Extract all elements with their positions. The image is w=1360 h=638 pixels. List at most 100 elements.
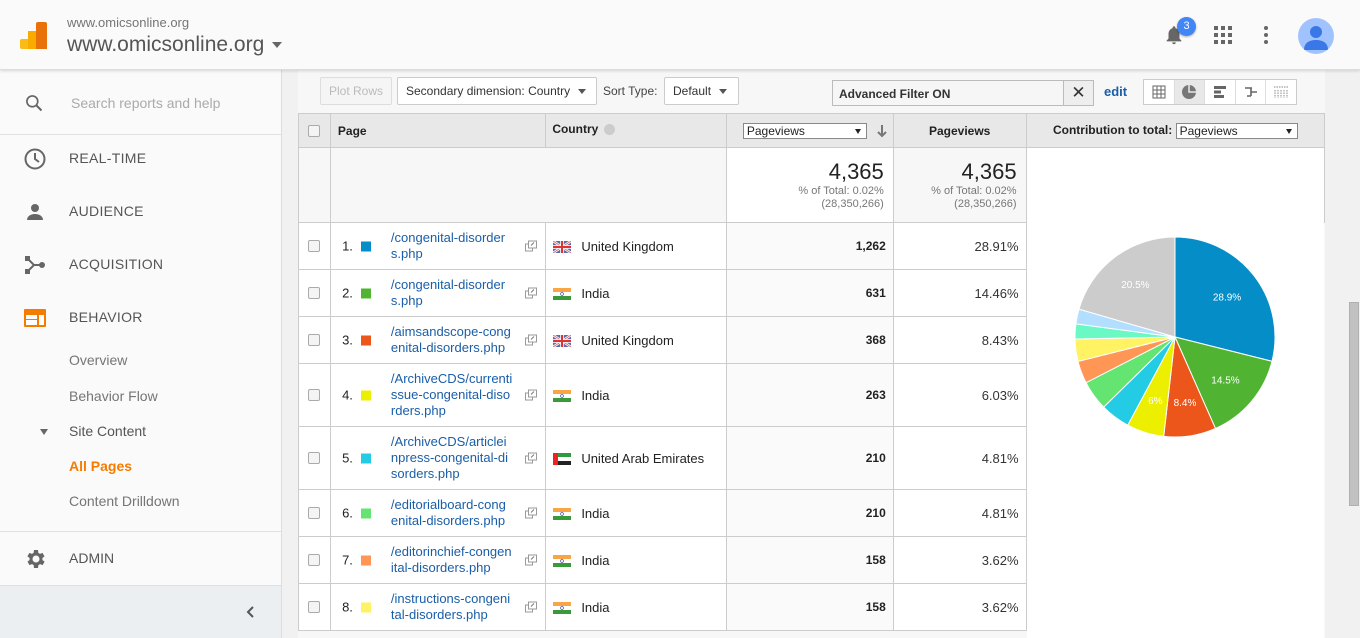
flag-icon xyxy=(553,555,572,568)
page-link[interactable]: /ArchiveCDS/articlei npress-congenital-di… xyxy=(391,434,521,482)
open-in-new-icon[interactable] xyxy=(525,334,538,346)
row-rank: 2. xyxy=(342,285,353,301)
row-checkbox[interactable] xyxy=(308,554,321,566)
country-link[interactable]: United Kingdom xyxy=(581,239,674,254)
comparison-icon xyxy=(1244,87,1257,97)
country-link[interactable]: India xyxy=(581,506,609,521)
row-checkbox[interactable] xyxy=(308,240,321,252)
page-link[interactable]: /instructions-congeni tal-disorders.php xyxy=(391,591,521,623)
row-rank: 3. xyxy=(342,332,353,348)
pageviews-value: 1,262 xyxy=(725,222,894,270)
pageviews-percent: 4.81% xyxy=(892,489,1027,537)
row-checkbox[interactable] xyxy=(308,601,321,613)
pageviews-percent: 3.62% xyxy=(892,536,1027,584)
flag-icon xyxy=(553,288,572,301)
chevron-down-icon xyxy=(272,42,283,49)
sort-descending-icon[interactable] xyxy=(876,124,888,138)
open-in-new-icon[interactable] xyxy=(525,452,538,464)
metric-select[interactable]: Pageviews xyxy=(742,122,867,139)
country-cell: United Kingdom xyxy=(545,316,727,364)
color-swatch xyxy=(360,241,371,251)
open-in-new-icon[interactable] xyxy=(525,507,538,519)
page-link[interactable]: /aimsandscope-cong enital-disorders.php xyxy=(391,324,521,356)
pie-chart-icon xyxy=(1182,85,1197,99)
secondary-dimension-select[interactable]: Secondary dimension: Country xyxy=(397,77,597,105)
search-input[interactable]: Search reports and help xyxy=(71,95,220,111)
color-swatch xyxy=(360,555,371,565)
country-cell: India xyxy=(545,489,727,537)
select-all-checkbox[interactable] xyxy=(308,124,321,137)
sidebar-item-overview[interactable]: Overview xyxy=(69,352,127,368)
page-link[interactable]: /ArchiveCDS/currenti ssue-congenital-diso… xyxy=(391,371,521,419)
performance-view-button[interactable] xyxy=(1205,80,1236,104)
filter-input[interactable]: Advanced Filter ON xyxy=(832,80,1064,106)
country-column-header[interactable]: Country xyxy=(545,113,727,148)
sidebar-item-all-pages[interactable]: All Pages xyxy=(69,458,132,474)
pivot-view-button[interactable] xyxy=(1266,80,1296,104)
country-link[interactable]: India xyxy=(581,286,609,301)
country-link[interactable]: India xyxy=(581,553,609,568)
country-link[interactable]: India xyxy=(581,388,609,403)
notification-badge[interactable]: 3 xyxy=(1177,17,1196,36)
open-in-new-icon[interactable] xyxy=(525,287,538,299)
plot-rows-button[interactable]: Plot Rows xyxy=(320,77,393,105)
avatar[interactable] xyxy=(1298,18,1334,54)
search-bar[interactable]: Search reports and help xyxy=(0,70,281,135)
row-checkbox[interactable] xyxy=(308,287,321,299)
pageviews-column-header[interactable]: Pageviews xyxy=(892,113,1027,148)
sidebar-item-behavior[interactable]: BEHAVIOR xyxy=(0,291,281,344)
sidebar-item-admin[interactable]: ADMIN xyxy=(0,531,281,585)
row-checkbox[interactable] xyxy=(308,507,321,519)
open-in-new-icon[interactable] xyxy=(525,554,538,566)
pie-data-label: 8.4% xyxy=(1174,398,1197,409)
property-selector[interactable]: www.omicsonline.org xyxy=(67,33,283,57)
sort-type-label: Sort Type: xyxy=(603,84,658,98)
page-column-header[interactable]: Page xyxy=(329,113,547,148)
bar-chart-icon xyxy=(1213,86,1226,98)
pageviews-value: 263 xyxy=(725,363,894,427)
person-icon xyxy=(27,204,43,220)
analytics-logo-icon[interactable] xyxy=(20,22,48,50)
select-all-header[interactable] xyxy=(298,113,331,148)
row-checkbox[interactable] xyxy=(308,334,321,346)
scrollbar-thumb[interactable] xyxy=(1349,302,1359,506)
table-view-button[interactable] xyxy=(1144,80,1175,104)
sort-type-select[interactable]: Default xyxy=(664,77,739,105)
open-in-new-icon[interactable] xyxy=(525,389,538,401)
row-select-cell xyxy=(298,269,331,317)
more-vert-icon[interactable] xyxy=(1263,26,1269,44)
remove-dimension-icon[interactable] xyxy=(603,124,615,136)
contribution-select[interactable]: Pageviews xyxy=(1175,122,1298,139)
sidebar-item-acquisition[interactable]: ACQUISITION xyxy=(0,238,281,291)
sidebar-item-audience[interactable]: AUDIENCE xyxy=(0,185,281,238)
row-rank: 7. xyxy=(342,552,353,568)
sidebar-item-content-drilldown[interactable]: Content Drilldown xyxy=(69,493,180,509)
open-in-new-icon[interactable] xyxy=(525,601,538,613)
page-link[interactable]: /congenital-disorder s.php xyxy=(391,277,521,309)
page-link[interactable]: /congenital-disorder s.php xyxy=(391,230,521,262)
open-in-new-icon[interactable] xyxy=(525,240,538,252)
sidebar-item-site-content[interactable]: Site Content xyxy=(69,423,146,439)
country-link[interactable]: United Kingdom xyxy=(581,333,674,348)
sidebar-item-behavior-flow[interactable]: Behavior Flow xyxy=(69,388,158,404)
country-cell: United Kingdom xyxy=(545,222,727,270)
sidebar-item-real-time[interactable]: REAL-TIME xyxy=(0,132,281,185)
collapse-sidebar-button[interactable] xyxy=(0,585,281,638)
page-link[interactable]: /editorinchief-congen ital-disorders.php xyxy=(391,544,521,576)
row-checkbox[interactable] xyxy=(308,389,321,401)
clear-filter-button[interactable]: ✕ xyxy=(1064,80,1094,106)
apps-grid-icon[interactable] xyxy=(1214,26,1232,44)
expand-triangle-icon[interactable] xyxy=(40,429,48,435)
row-checkbox[interactable] xyxy=(308,452,321,464)
country-link[interactable]: United Arab Emirates xyxy=(581,451,704,466)
total-cell: 4,365 % of Total: 0.02% (28,350,266) xyxy=(725,147,894,223)
metric-select-header: Pageviews xyxy=(725,113,894,148)
comparison-view-button[interactable] xyxy=(1236,80,1267,104)
page-link[interactable]: /editorialboard-cong enital-disorders.php xyxy=(391,497,521,529)
totals-row: 4,365 % of Total: 0.02% (28,350,266) 4,3… xyxy=(298,147,1326,223)
sidebar: Search reports and help REAL-TIME AUDIEN… xyxy=(0,70,282,638)
account-name: www.omicsonline.org xyxy=(67,15,190,30)
pie-view-button[interactable] xyxy=(1174,80,1206,104)
country-link[interactable]: India xyxy=(581,600,609,615)
edit-filter-link[interactable]: edit xyxy=(1104,84,1127,99)
